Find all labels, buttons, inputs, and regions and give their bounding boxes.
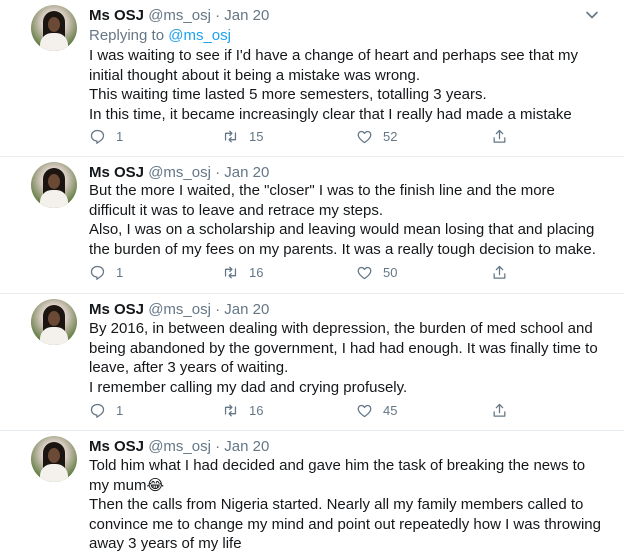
reply-icon: [90, 129, 105, 144]
retweet-count: 15: [249, 128, 264, 144]
like-count: 52: [383, 128, 398, 144]
tweet[interactable]: Ms OSJ @ms_osj · Jan 20 But the more I w…: [0, 157, 624, 294]
separator: ·: [215, 301, 221, 318]
retweet-count: 16: [249, 402, 264, 418]
author-handle[interactable]: @ms_osj: [148, 164, 211, 181]
tweet-text: But the more I waited, the "closer" I wa…: [89, 181, 602, 259]
tweet[interactable]: Ms OSJ @ms_osj · Jan 20 By 2016, in betw…: [0, 294, 624, 431]
tweet-text: Told him what I had decided and gave him…: [89, 456, 602, 554]
tweet-actions: 1 16 50: [89, 262, 529, 282]
reply-icon: [90, 403, 105, 418]
tweet-line: Also, I was on a scholarship and leaving…: [89, 221, 596, 258]
separator: ·: [215, 7, 221, 24]
retweet-count: 16: [249, 264, 264, 280]
tweet-line: By 2016, in between dealing with depress…: [89, 320, 598, 376]
share-button[interactable]: [491, 126, 518, 146]
caret-down-icon[interactable]: [585, 8, 599, 22]
retweet-button[interactable]: 15: [222, 126, 263, 146]
replying-to: Replying to @ms_osj: [89, 26, 231, 46]
author-name[interactable]: Ms OSJ: [89, 438, 144, 455]
like-count: 50: [383, 264, 398, 280]
tweet-line: I remember calling my dad and crying pro…: [89, 378, 408, 396]
reply-count: 1: [116, 264, 124, 280]
author-name[interactable]: Ms OSJ: [89, 301, 144, 318]
retweet-icon: [224, 130, 237, 142]
reply-button[interactable]: 1: [89, 126, 123, 146]
share-icon: [493, 129, 506, 143]
like-button[interactable]: 50: [356, 262, 397, 282]
like-button[interactable]: 52: [356, 126, 397, 146]
share-button[interactable]: [491, 262, 518, 282]
tweet-actions: 1 16 45: [89, 400, 529, 420]
author-name[interactable]: Ms OSJ: [89, 164, 144, 181]
tweet-line: Told him what I had decided and gave him…: [89, 457, 586, 494]
tweet-line: This waiting time lasted 5 more semester…: [89, 86, 487, 103]
reply-icon: [90, 265, 105, 280]
avatar[interactable]: [31, 299, 77, 345]
tweet-date[interactable]: Jan 20: [224, 164, 269, 181]
tweet-line: I was waiting to see if I'd have a chang…: [89, 47, 578, 84]
separator: ·: [215, 438, 221, 455]
separator: ·: [215, 164, 221, 181]
retweet-button[interactable]: 16: [222, 262, 263, 282]
tweet-line: But the more I waited, the "closer" I wa…: [89, 182, 555, 219]
author-name[interactable]: Ms OSJ: [89, 7, 144, 24]
reply-button[interactable]: 1: [89, 262, 123, 282]
tweet-header: Ms OSJ @ms_osj · Jan 20: [89, 300, 269, 320]
tweet-header: Ms OSJ @ms_osj · Jan 20: [89, 6, 269, 26]
like-button[interactable]: 45: [356, 400, 397, 420]
reply-count: 1: [116, 128, 124, 144]
tweet-actions: 1 15 52: [89, 126, 529, 146]
like-icon: [357, 130, 372, 143]
retweet-button[interactable]: 16: [222, 400, 263, 420]
author-handle[interactable]: @ms_osj: [148, 301, 211, 318]
tweet-date[interactable]: Jan 20: [224, 301, 269, 318]
share-button[interactable]: [491, 400, 518, 420]
tweet-date[interactable]: Jan 20: [224, 438, 269, 455]
avatar[interactable]: [31, 162, 77, 208]
author-handle[interactable]: @ms_osj: [148, 438, 211, 455]
avatar[interactable]: [31, 436, 77, 482]
replying-prefix: Replying to: [89, 27, 169, 44]
share-icon: [493, 403, 506, 417]
like-icon: [357, 404, 372, 417]
tweet-text: By 2016, in between dealing with depress…: [89, 319, 602, 397]
avatar[interactable]: [31, 5, 77, 51]
tweet-header: Ms OSJ @ms_osj · Jan 20: [89, 437, 269, 457]
tweet-date[interactable]: Jan 20: [224, 7, 269, 24]
tweet-line: Then the calls from Nigeria started. Nea…: [89, 496, 601, 552]
tweet-text: I was waiting to see if I'd have a chang…: [89, 46, 602, 124]
author-handle[interactable]: @ms_osj: [148, 7, 211, 24]
tweet[interactable]: Ms OSJ @ms_osj · Jan 20 Replying to @ms_…: [0, 0, 624, 157]
reply-button[interactable]: 1: [89, 400, 123, 420]
like-count: 45: [383, 402, 398, 418]
retweet-icon: [224, 266, 237, 278]
share-icon: [493, 265, 506, 279]
tweet-header: Ms OSJ @ms_osj · Jan 20: [89, 163, 269, 183]
reply-count: 1: [116, 402, 124, 418]
tweet[interactable]: Ms OSJ @ms_osj · Jan 20 Told him what I …: [0, 431, 624, 554]
mention-link[interactable]: @ms_osj: [168, 27, 231, 44]
retweet-icon: [224, 404, 237, 416]
like-icon: [357, 266, 372, 279]
tweet-line: In this time, it became increasingly cle…: [89, 105, 572, 123]
